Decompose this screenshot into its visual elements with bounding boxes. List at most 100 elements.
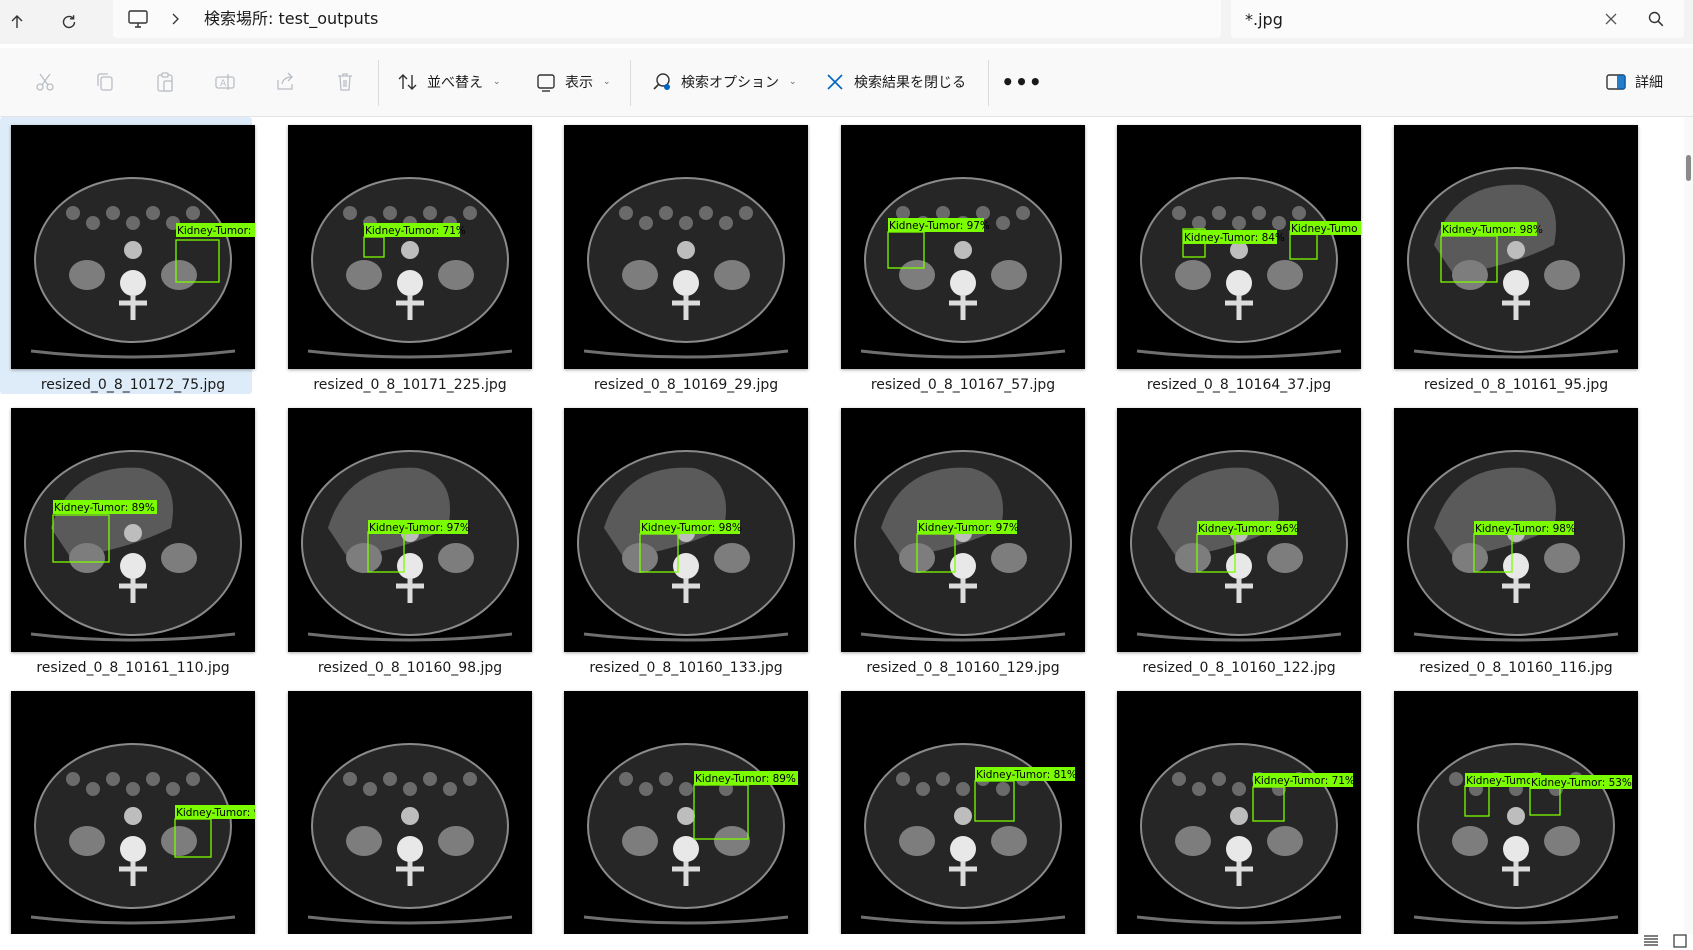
search-options-button[interactable]: 検索オプション ⌄: [651, 65, 797, 99]
breadcrumb[interactable]: 検索場所: test_outputs: [113, 0, 1221, 38]
cut-button[interactable]: [33, 70, 57, 94]
view-icon: [537, 74, 555, 92]
file-tile[interactable]: Kidney-Tumor: 97% resized_0_8_10160_98.jp…: [277, 400, 532, 677]
ct-scan-image: Kidney-Tumor: 97%: [860, 177, 1066, 359]
copy-icon: [97, 73, 113, 91]
ct-scan-image: Kidney-Tumor: 84% Kidney-Tumo: [1136, 177, 1361, 359]
details-view-icon[interactable]: [1643, 934, 1659, 948]
search-input[interactable]: [1245, 6, 1585, 32]
file-name[interactable]: resized_0_8_10160_98.jpg: [277, 659, 543, 677]
file-name[interactable]: resized_0_8_10161_95.jpg: [1383, 376, 1649, 394]
file-tile[interactable]: Kidney-Tumor: 71%: [1106, 683, 1361, 934]
detection-label: Kidney-Tumor: 71%: [365, 225, 466, 237]
rename-icon: A: [215, 74, 235, 90]
detection-label: Kidney-Tumor: 81%: [976, 769, 1077, 781]
thumbnail-image[interactable]: Kidney-Tumc Kidney-Tumor: 53%: [1394, 691, 1638, 934]
thumbnail-image[interactable]: Kidney-Tumor: 97%: [288, 408, 532, 652]
rename-button[interactable]: A: [213, 70, 237, 94]
file-name[interactable]: resized_0_8_10171_225.jpg: [277, 376, 543, 394]
file-tile[interactable]: Kidney-Tumor: 89% resized_0_8_10161_110.j…: [0, 400, 255, 677]
detection-label: Kidney-Tumor: 97%: [369, 522, 470, 534]
thumbnail-image[interactable]: Kidney-Tumor: 97%: [841, 125, 1085, 369]
details-label: 詳細: [1635, 75, 1663, 91]
close-search-button[interactable]: 検索結果を閉じる: [824, 65, 966, 99]
thumbnail-image[interactable]: Kidney-Tumor: 71%: [288, 125, 532, 369]
thumbnail-image[interactable]: Kidney-Tumor: 71%: [1117, 691, 1361, 934]
detection-label: Kidney-Tumor: 98%: [1475, 523, 1576, 535]
chevron-down-icon: ⌄: [603, 77, 611, 87]
search-options-label: 検索オプション: [681, 75, 779, 91]
file-tile[interactable]: Kidney-Tumor: 71% resized_0_8_10171_225.j…: [277, 117, 532, 394]
file-tile[interactable]: Kidney-Tumor: 9 resized_0_8_10172_75.jpg: [0, 117, 255, 394]
detection-label: Kidney-Tumc: [1466, 775, 1532, 787]
thumbnail-image[interactable]: Kidney-Tumor: 81%: [841, 691, 1085, 934]
detection-label: Kidney-Tumo: [1291, 223, 1358, 235]
refresh-button[interactable]: [52, 5, 86, 39]
chevron-down-icon: ⌄: [789, 77, 797, 87]
search-box[interactable]: [1231, 0, 1684, 38]
address-row: 検索場所: test_outputs: [0, 0, 1693, 44]
search-icon[interactable]: [1646, 9, 1666, 29]
thumbnail-image[interactable]: [288, 691, 532, 934]
detection-label: Kidney-Tumor: 97%: [918, 522, 1019, 534]
file-name[interactable]: resized_0_8_10160_129.jpg: [830, 659, 1096, 677]
ct-scan-image: [307, 743, 513, 925]
detection-label: Kidney-Tumor: 9: [176, 807, 255, 819]
thumbnail-image[interactable]: Kidney-Tumor: 9: [11, 691, 255, 934]
sort-button[interactable]: 並べ替え ⌄: [397, 65, 501, 99]
file-tile[interactable]: Kidney-Tumor: 97% resized_0_8_10160_129.j…: [830, 400, 1085, 677]
thumbnail-image[interactable]: Kidney-Tumor: 98%: [1394, 125, 1638, 369]
file-name[interactable]: resized_0_8_10161_110.jpg: [0, 659, 266, 677]
file-tile[interactable]: [277, 683, 532, 934]
file-grid: Kidney-Tumor: 9 resized_0_8_10172_75.jpg K…: [0, 117, 1684, 934]
thumbnail-image[interactable]: Kidney-Tumor: 97%: [841, 408, 1085, 652]
breadcrumb-path[interactable]: 検索場所: test_outputs: [204, 8, 378, 30]
view-button[interactable]: 表示 ⌄: [535, 65, 611, 99]
file-tile[interactable]: Kidney-Tumor: 81%: [830, 683, 1085, 934]
file-tile[interactable]: Kidney-Tumor: 9: [0, 683, 255, 934]
file-name[interactable]: resized_0_8_10167_57.jpg: [830, 376, 1096, 394]
thumbnail-image[interactable]: Kidney-Tumor: 89%: [11, 408, 255, 652]
thumbnail-image[interactable]: Kidney-Tumor: 98%: [564, 408, 808, 652]
file-name[interactable]: resized_0_8_10160_116.jpg: [1383, 659, 1649, 677]
share-button[interactable]: [273, 70, 297, 94]
toolbar-divider: [378, 60, 379, 106]
chevron-right-icon[interactable]: [169, 11, 181, 27]
thumbnail-image[interactable]: Kidney-Tumor: 96%: [1117, 408, 1361, 652]
file-tile[interactable]: Kidney-Tumor: 98% resized_0_8_10160_116.j…: [1383, 400, 1638, 677]
scrollbar-thumb[interactable]: [1686, 155, 1691, 181]
more-options-button[interactable]: •••: [1001, 70, 1041, 94]
delete-button[interactable]: [333, 70, 357, 94]
file-tile[interactable]: Kidney-Tumor: 98% resized_0_8_10160_133.j…: [553, 400, 808, 677]
thumbnail-image[interactable]: Kidney-Tumor: 98%: [1394, 408, 1638, 652]
thumbnail-image[interactable]: Kidney-Tumor: 84% Kidney-Tumo: [1117, 125, 1361, 369]
close-icon[interactable]: [1601, 9, 1621, 29]
file-name[interactable]: resized_0_8_10160_122.jpg: [1106, 659, 1372, 677]
file-tile[interactable]: Kidney-Tumc Kidney-Tumor: 53%: [1383, 683, 1638, 934]
file-name[interactable]: resized_0_8_10169_29.jpg: [553, 376, 819, 394]
svg-text:A: A: [220, 79, 227, 89]
large-icons-view-icon[interactable]: [1672, 934, 1688, 948]
file-name[interactable]: resized_0_8_10160_133.jpg: [553, 659, 819, 677]
file-name[interactable]: resized_0_8_10164_37.jpg: [1106, 376, 1372, 394]
file-tile[interactable]: Kidney-Tumor: 84% Kidney-Tumo resized_0_8_…: [1106, 117, 1361, 394]
thumbnail-image[interactable]: Kidney-Tumor: 89%: [564, 691, 808, 934]
ct-scan-image: Kidney-Tumor: 71%: [1136, 743, 1355, 925]
details-pane-button[interactable]: 詳細: [1605, 65, 1663, 99]
file-tile[interactable]: Kidney-Tumor: 89%: [553, 683, 808, 934]
vertical-scrollbar[interactable]: [1684, 117, 1693, 934]
file-tile[interactable]: Kidney-Tumor: 96% resized_0_8_10160_122.j…: [1106, 400, 1361, 677]
file-tile[interactable]: Kidney-Tumor: 97% resized_0_8_10167_57.jp…: [830, 117, 1085, 394]
copy-button[interactable]: [93, 70, 117, 94]
close-icon: [827, 74, 843, 90]
paste-button[interactable]: [153, 70, 177, 94]
file-tile[interactable]: Kidney-Tumor: 98% resized_0_8_10161_95.jp…: [1383, 117, 1638, 394]
file-tile[interactable]: resized_0_8_10169_29.jpg: [553, 117, 808, 394]
file-name[interactable]: resized_0_8_10172_75.jpg: [0, 376, 266, 394]
sort-icon: [398, 74, 417, 90]
cut-icon: [36, 73, 54, 91]
thumbnail-image[interactable]: [564, 125, 808, 369]
thumbnail-image[interactable]: Kidney-Tumor: 9: [11, 125, 255, 369]
up-button[interactable]: [0, 5, 34, 39]
ct-scan-image: Kidney-Tumor: 97%: [301, 450, 519, 642]
